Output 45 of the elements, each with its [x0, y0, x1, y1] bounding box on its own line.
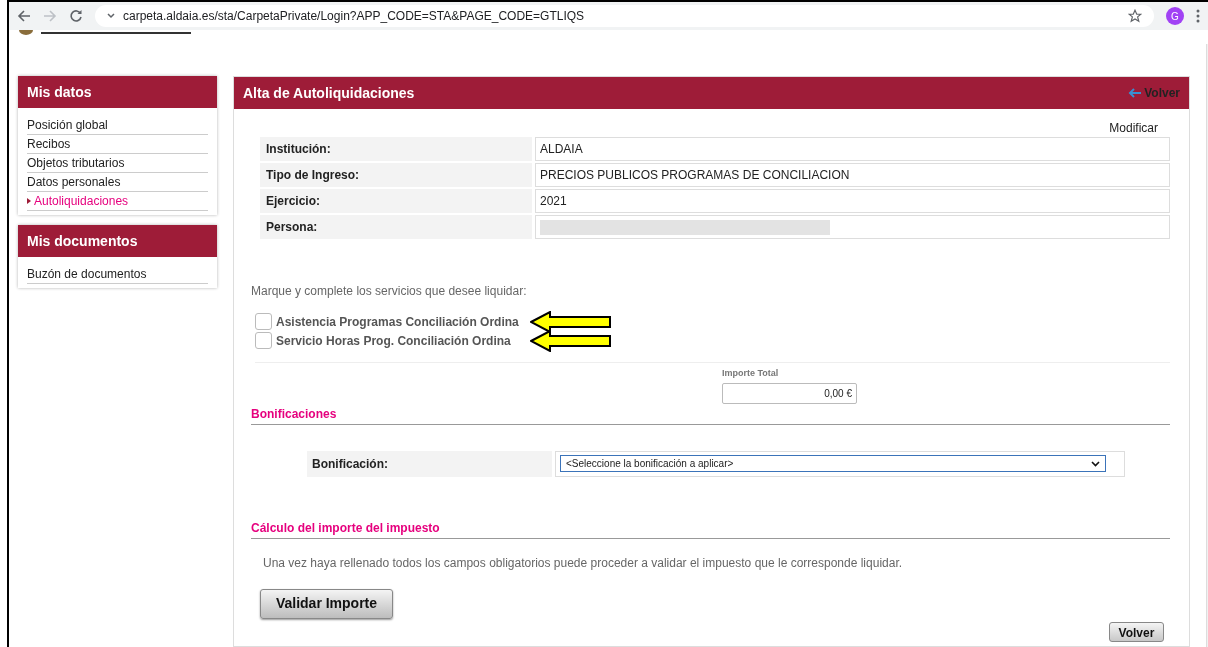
detail-label: Persona:	[260, 215, 532, 239]
panel-title: Alta de Autoliquidaciones	[243, 83, 415, 103]
panel-header: Mis datos	[18, 76, 217, 108]
detail-value: PRECIOS PUBLICOS PROGRAMAS DE CONCILIACION	[535, 163, 1170, 187]
reload-icon[interactable]	[69, 9, 83, 23]
url-text: carpeta.aldaia.es/sta/CarpetaPrivate/Login?APP_CODE=STA&PAGE_CODE=GTLIQS	[123, 8, 585, 25]
star-icon[interactable]	[1128, 9, 1142, 23]
address-bar[interactable]: carpeta.aldaia.es/sta/CarpetaPrivate/Login?APP_CODE=STA&PAGE_CODE=GTLIQS	[95, 5, 1154, 27]
service-label: Servicio Horas Prog. Conciliación Ordina	[276, 332, 512, 350]
sidebar-item[interactable]: Posición global	[27, 116, 108, 134]
detail-value: 2021	[535, 189, 1170, 213]
bonus-label: Bonificación:	[307, 450, 552, 477]
total-label: Importe Total	[722, 367, 779, 380]
back-arrow-icon	[1128, 88, 1142, 98]
caret-icon	[107, 13, 115, 19]
sidebar-item[interactable]: Recibos	[27, 135, 71, 153]
panel-header: Mis documentos	[18, 225, 217, 257]
service-label: Asistencia Programas Conciliación Ordina	[276, 313, 520, 331]
dropdown-caret-icon	[1091, 460, 1100, 467]
sidebar-item[interactable]: Objetos tributarios	[27, 154, 125, 172]
profile-avatar[interactable]: G	[1166, 7, 1184, 25]
back-button[interactable]: Volver	[1109, 621, 1164, 642]
sidebar-item[interactable]: Datos personales	[27, 173, 121, 191]
services-prompt: Marque y complete los servicios que desee liquidar:	[251, 283, 528, 300]
total-field[interactable]: 0,00 €	[722, 382, 857, 404]
modify-link[interactable]: Modificar	[1109, 119, 1158, 137]
detail-label: Tipo de Ingreso:	[260, 163, 532, 187]
detail-label: Ejercicio:	[260, 189, 532, 213]
arrow-icon	[530, 329, 612, 352]
sidebar-item[interactable]: Autoliquidaciones	[27, 192, 129, 210]
bonus-select[interactable]: <Seleccione la bonificación a aplicar>	[560, 455, 1106, 472]
arrow-icon	[530, 310, 612, 333]
menu-icon[interactable]	[1196, 9, 1200, 23]
service-checkbox[interactable]	[255, 313, 272, 330]
detail-value: ALDAIA	[535, 137, 1170, 161]
service-checkbox[interactable]	[255, 332, 272, 349]
triangle-icon	[27, 198, 31, 204]
section-heading: Bonificaciones	[251, 405, 338, 423]
logo-icon	[19, 30, 33, 35]
validate-button[interactable]: Validar Importe	[260, 588, 393, 619]
sidebar-item[interactable]: Buzón de documentos	[27, 265, 147, 283]
detail-label: Institución:	[260, 137, 532, 161]
section-heading: Cálculo del importe del impuesto	[251, 519, 441, 537]
back-icon[interactable]	[17, 9, 31, 23]
calc-instructions: Una vez haya rellenado todos los campos obligatorios puede proceder a validar el impuesto que le corresponde liquidar.	[263, 554, 904, 572]
